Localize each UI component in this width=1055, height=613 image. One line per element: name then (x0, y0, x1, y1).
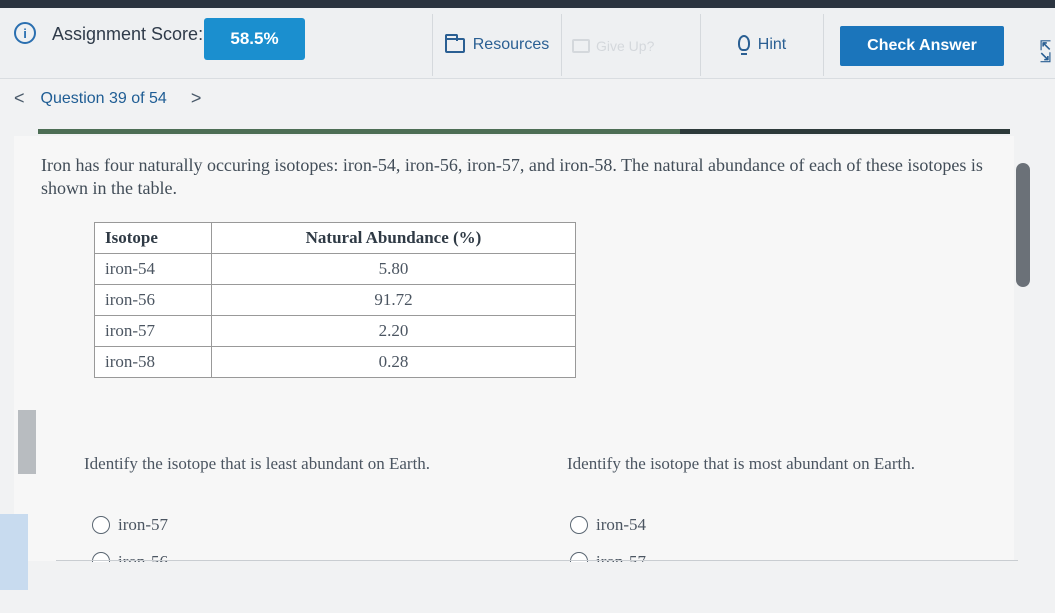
option-label: iron-57 (118, 515, 169, 534)
table-cell-isotope: iron-57 (94, 315, 212, 347)
scrollbar-thumb[interactable] (1016, 163, 1030, 287)
resources-button[interactable]: Resources (432, 14, 562, 76)
table-cell-abundance: 91.72 (211, 284, 576, 316)
question-nav: < Question 39 of 54 > (14, 88, 201, 109)
table-cell-isotope: iron-56 (94, 284, 212, 316)
progress-bar (38, 129, 1010, 134)
info-icon[interactable]: i (14, 22, 36, 44)
option-label: iron-54 (596, 515, 647, 534)
hint-button[interactable]: Hint (700, 14, 824, 76)
side-handle (18, 410, 36, 474)
divider (56, 560, 1018, 561)
table-cell-isotope: iron-54 (94, 253, 212, 285)
isotope-table: Isotope Natural Abundance (%) iron-54 5.… (94, 222, 576, 378)
table-row: iron-56 91.72 (94, 284, 576, 316)
table-cell-abundance: 2.20 (211, 315, 576, 347)
question-prompt: Iron has four naturally occuring isotope… (41, 155, 983, 198)
give-up-icon (572, 39, 590, 53)
question-counter[interactable]: Question 39 of 54 (41, 90, 167, 108)
part-b-option[interactable]: iron-54 (570, 515, 646, 535)
score-label: Assignment Score: (52, 24, 204, 44)
table-cell-isotope: iron-58 (94, 346, 212, 378)
radio-button[interactable] (570, 516, 588, 534)
table-header-abundance: Natural Abundance (%) (211, 222, 576, 254)
table-row: iron-58 0.28 (94, 346, 576, 378)
top-strip (0, 0, 1055, 8)
folder-icon (444, 33, 465, 53)
radio-button[interactable] (92, 516, 110, 534)
table-row: iron-57 2.20 (94, 315, 576, 347)
table-header-row: Isotope Natural Abundance (%) (94, 222, 576, 254)
part-b-prompt: Identify the isotope that is most abunda… (567, 454, 915, 473)
progress-fill (38, 129, 680, 134)
give-up-label: Give Up? (596, 38, 655, 54)
score-badge: 58.5% (204, 18, 305, 60)
hint-label: Hint (757, 36, 787, 53)
part-a-option[interactable]: iron-57 (92, 515, 168, 535)
lightbulb-icon (737, 35, 750, 55)
collapse-icon[interactable]: ⇱ ⇲ (1040, 39, 1051, 64)
part-a-prompt: Identify the isotope that is least abund… (84, 454, 431, 473)
side-panel-tab (0, 514, 28, 590)
table-row: iron-54 5.80 (94, 253, 576, 285)
check-answer-button[interactable]: Check Answer (840, 26, 1004, 66)
chevron-left-icon[interactable]: < (14, 88, 25, 109)
table-header-isotope: Isotope (94, 222, 212, 254)
give-up-button[interactable]: Give Up? (572, 30, 692, 62)
chevron-right-icon[interactable]: > (191, 88, 202, 109)
table-cell-abundance: 5.80 (211, 253, 576, 285)
resources-label: Resources (472, 36, 550, 53)
table-cell-abundance: 0.28 (211, 346, 576, 378)
